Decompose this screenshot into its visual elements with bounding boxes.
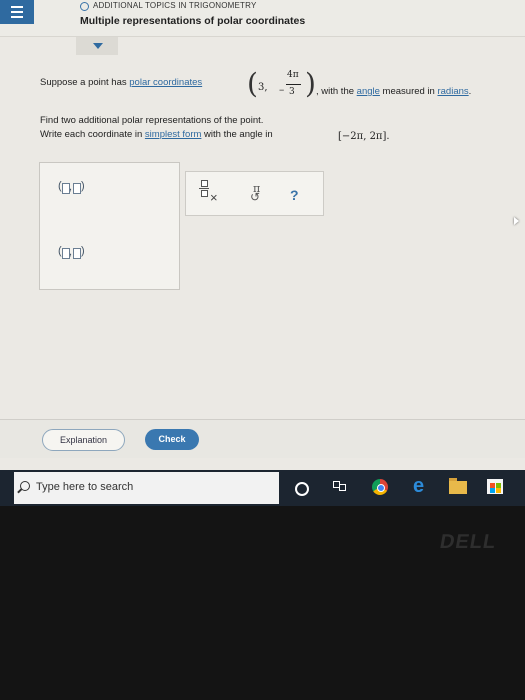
help-button[interactable]: ? bbox=[290, 187, 299, 203]
task-view-icon[interactable] bbox=[333, 481, 346, 494]
problem-line-1: Suppose a point has polar coordinates bbox=[40, 77, 202, 88]
fraction-bar bbox=[286, 84, 301, 85]
search-icon bbox=[20, 481, 30, 491]
angle-interval: [−2π, 2π]. bbox=[338, 131, 390, 142]
menu-button[interactable] bbox=[0, 0, 34, 24]
taskbar-search-box[interactable]: Type here to search bbox=[14, 472, 279, 504]
dell-logo: DELL bbox=[438, 531, 499, 553]
problem-line-3: Write each coordinate in simplest form w… bbox=[40, 129, 273, 140]
coord-angle-denominator: 3 bbox=[289, 87, 295, 97]
file-explorer-icon[interactable] bbox=[449, 478, 467, 494]
problem-text: . bbox=[386, 131, 390, 142]
search-placeholder: Type here to search bbox=[36, 481, 134, 493]
progress-circle-icon bbox=[80, 2, 89, 11]
left-paren: ( bbox=[247, 67, 258, 100]
problem-line-1-cont: , with the angle measured in radians. bbox=[316, 86, 471, 97]
problem-text: Write each coordinate in bbox=[40, 129, 145, 140]
explanation-button[interactable]: Explanation bbox=[42, 429, 125, 451]
coord-minus: − bbox=[279, 85, 285, 95]
problem-text: Suppose a point has bbox=[40, 77, 130, 88]
chevron-down-icon bbox=[93, 43, 103, 49]
topic-label: ADDITIONAL TOPICS IN TRIGONOMETRY bbox=[93, 1, 257, 10]
page-title: Multiple representations of polar coordi… bbox=[80, 15, 306, 27]
menu-line bbox=[11, 16, 23, 18]
angle-link[interactable]: angle bbox=[357, 86, 380, 97]
coord-angle-numerator: 4π bbox=[287, 70, 299, 80]
fraction-icon[interactable] bbox=[199, 180, 209, 197]
chrome-icon[interactable] bbox=[372, 479, 388, 495]
menu-line bbox=[11, 11, 23, 13]
problem-text: measured in bbox=[379, 86, 438, 97]
menu-line bbox=[11, 6, 23, 8]
simplest-form-link[interactable]: simplest form bbox=[145, 129, 201, 140]
browser-screen: ADDITIONAL TOPICS IN TRIGONOMETRY Multip… bbox=[0, 0, 525, 470]
problem-text: . bbox=[468, 86, 472, 97]
right-paren: ) bbox=[305, 67, 316, 100]
answer-field-1[interactable]: (,) bbox=[56, 180, 86, 197]
mouse-cursor-icon bbox=[514, 217, 519, 225]
radians-link[interactable]: radians bbox=[437, 86, 468, 97]
answer-field-2[interactable]: (,) bbox=[56, 245, 86, 262]
edge-icon[interactable]: e bbox=[413, 476, 424, 496]
problem-text: , with the bbox=[316, 86, 357, 97]
check-button[interactable]: Check bbox=[145, 429, 199, 450]
top-bar: ADDITIONAL TOPICS IN TRIGONOMETRY Multip… bbox=[0, 0, 525, 37]
coord-r: 3, bbox=[258, 82, 268, 93]
store-icon[interactable] bbox=[487, 479, 503, 494]
problem-line-2: Find two additional polar representation… bbox=[40, 115, 264, 126]
clear-button[interactable]: × bbox=[210, 190, 218, 205]
interval-text: [−2π, 2π] bbox=[338, 131, 387, 142]
undo-button[interactable]: ↺ bbox=[250, 190, 260, 204]
answer-box: (,) (,) bbox=[39, 162, 180, 290]
problem-text: with the angle in bbox=[201, 129, 273, 140]
cortana-icon[interactable] bbox=[295, 482, 309, 496]
polar-coordinates-link[interactable]: polar coordinates bbox=[129, 77, 202, 88]
